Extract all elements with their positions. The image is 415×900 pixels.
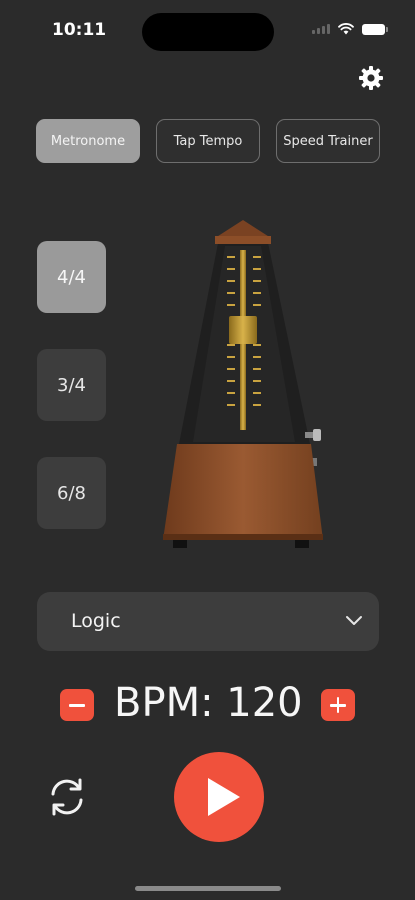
- bpm-decrease-button[interactable]: [60, 689, 94, 721]
- bpm-display: BPM: 120: [114, 680, 303, 726]
- status-icons: [312, 23, 388, 35]
- metronome-illustration: [163, 220, 323, 548]
- wifi-icon: [338, 23, 354, 35]
- refresh-icon[interactable]: [44, 774, 90, 820]
- home-indicator: [135, 886, 281, 891]
- mode-tabs: Metronome Tap Tempo Speed Trainer: [36, 119, 380, 163]
- status-time: 10:11: [52, 20, 107, 40]
- play-icon: [208, 778, 240, 816]
- settings-button[interactable]: [357, 64, 385, 92]
- gear-icon: [359, 66, 383, 90]
- play-button[interactable]: [174, 752, 264, 842]
- tab-tap-tempo[interactable]: Tap Tempo: [156, 119, 260, 163]
- sound-dropdown[interactable]: Logic: [37, 592, 379, 651]
- time-signature-4-4-button[interactable]: 4/4: [37, 241, 106, 313]
- signal-icon: [312, 24, 330, 34]
- battery-icon: [362, 23, 388, 35]
- tab-metronome[interactable]: Metronome: [36, 119, 140, 163]
- sound-dropdown-value: Logic: [71, 610, 121, 632]
- dynamic-island: [142, 13, 274, 51]
- bpm-increase-button[interactable]: [321, 689, 355, 721]
- tab-speed-trainer[interactable]: Speed Trainer: [276, 119, 380, 163]
- time-signature-6-8-button[interactable]: 6/8: [37, 457, 106, 529]
- time-signature-3-4-button[interactable]: 3/4: [37, 349, 106, 421]
- chevron-down-icon: [346, 616, 362, 625]
